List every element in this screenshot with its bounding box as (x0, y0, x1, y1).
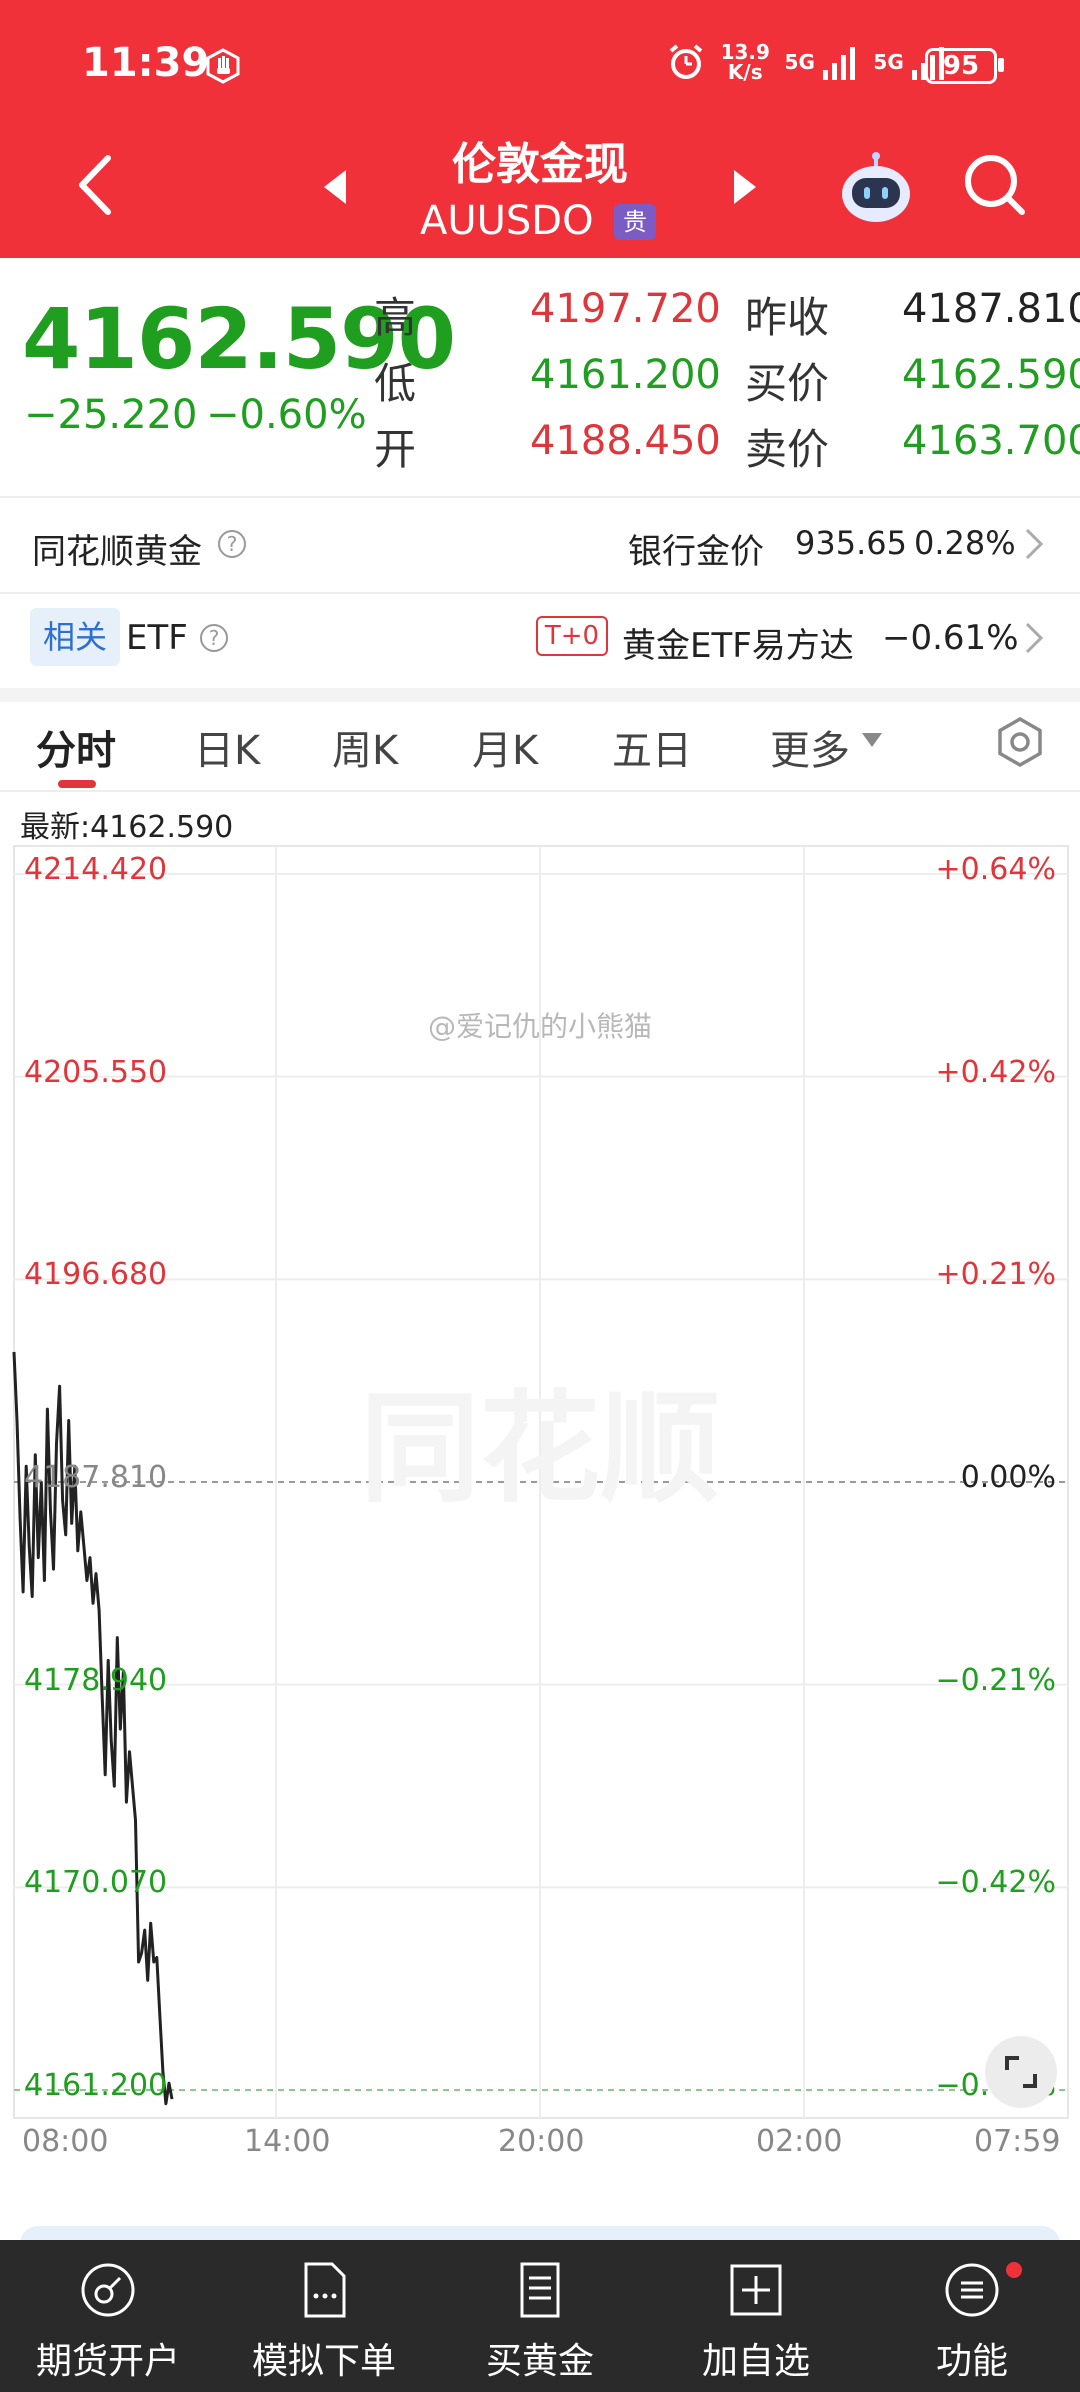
futures-account-icon (81, 2263, 135, 2317)
network-type-1: 5G (784, 50, 815, 74)
gold-row-label: 同花顺黄金 (32, 532, 202, 572)
battery-icon: 95 (925, 48, 997, 84)
price-change-percent: −0.60% (206, 392, 367, 438)
gold-info-row[interactable]: 同花顺黄金 ? 银行金价 935.65 0.28% (0, 498, 1080, 592)
next-symbol-icon[interactable] (730, 168, 760, 206)
y-axis-right-label: 0.00% (960, 1460, 1056, 1495)
y-axis-left-label: 4205.550 (24, 1054, 168, 1090)
y-axis-right-label: +0.42% (935, 1054, 1056, 1090)
net-speed-unit: K/s (727, 60, 763, 84)
related-tag: 相关 (30, 608, 120, 666)
document-icon (304, 2262, 346, 2318)
network-type-2: 5G (873, 50, 904, 74)
nav-label: 加自选 (701, 2341, 810, 2382)
y-axis-left-label: 4170.070 (24, 1865, 168, 1901)
etf-info-row[interactable]: 相关 ETF ? T+0 黄金ETF易方达 −0.61% (0, 594, 1080, 688)
tab-daily-k[interactable]: 日K (194, 718, 260, 776)
high-label: 高 (374, 293, 417, 342)
nav-add-watchlist[interactable]: 加自选 (648, 2240, 864, 2392)
high-value: 4197.720 (530, 286, 721, 332)
nav-functions[interactable]: 功能 (864, 2240, 1080, 2392)
etf-label: ETF (126, 618, 188, 658)
x-axis-label: 07:59 (974, 2124, 1061, 2159)
expand-icon (1005, 2056, 1037, 2088)
notification-dot (1006, 2262, 1022, 2278)
add-square-icon (730, 2264, 782, 2316)
prev-close-value: 4187.810 (902, 286, 1080, 332)
nav-label: 买黄金 (485, 2341, 594, 2382)
bid-label: 买价 (745, 359, 830, 408)
battery-nub (998, 58, 1004, 72)
etf-percent: −0.61% (882, 618, 1019, 658)
alarm-icon (669, 44, 703, 79)
ask-value: 4163.700 (902, 418, 1080, 464)
bid-value: 4162.590 (902, 352, 1080, 398)
y-axis-right-label: −0.21% (935, 1662, 1056, 1698)
nav-buy-gold[interactable]: 买黄金 (432, 2240, 648, 2392)
back-arrow-icon[interactable] (70, 150, 120, 220)
help-icon[interactable]: ? (200, 624, 228, 652)
dropdown-triangle-icon (862, 733, 882, 747)
settings-icon[interactable] (994, 716, 1046, 768)
fullscreen-button[interactable] (985, 2036, 1057, 2108)
tab-five-day[interactable]: 五日 (612, 718, 692, 776)
tab-weekly-k[interactable]: 周K (332, 718, 398, 776)
y-axis-right-label: +0.64% (935, 852, 1056, 887)
menu-circle-icon (945, 2263, 999, 2317)
x-axis-label: 20:00 (498, 2124, 585, 2159)
robot-assistant-icon[interactable] (838, 150, 914, 226)
bank-gold-label: 银行金价 (628, 532, 764, 572)
receipt-icon (520, 2262, 560, 2318)
help-icon[interactable]: ? (218, 530, 246, 558)
x-axis-label: 08:00 (22, 2124, 109, 2159)
bank-gold-percent: 0.28% (914, 524, 1016, 562)
header-bar: 11:39 13.9 K/s 5G 5G 95 伦敦金现 AUUSDO 贵 (0, 0, 1080, 258)
nav-futures-account[interactable]: 期货开户 (0, 2240, 216, 2392)
low-label: 低 (374, 359, 417, 408)
watermark-handle: @爱记仇的小熊猫 (428, 1010, 652, 1043)
status-time: 11:39 (82, 40, 210, 86)
tab-intraday[interactable]: 分时 (36, 718, 116, 776)
chevron-right-icon (1025, 622, 1044, 654)
search-icon[interactable] (960, 150, 1030, 220)
bank-gold-price: 935.65 (795, 524, 907, 562)
active-tab-indicator (58, 780, 96, 788)
divider (0, 790, 1080, 792)
y-axis-left-label: 4196.680 (24, 1257, 168, 1293)
chevron-right-icon (1025, 528, 1044, 560)
section-gap (0, 688, 1080, 702)
signal-icon (823, 47, 856, 80)
etf-name: 黄金ETF易方达 (622, 626, 854, 666)
prev-symbol-icon[interactable] (320, 168, 350, 206)
nav-label: 期货开户 (35, 2341, 180, 2382)
page-title: 伦敦金现 (452, 139, 628, 190)
hand-icon (206, 48, 240, 84)
y-axis-left-label: 4214.420 (24, 852, 168, 887)
tab-more[interactable]: 更多 (770, 718, 850, 776)
symbol-code: AUUSDO (420, 198, 594, 244)
y-axis-right-label: −0.42% (935, 1865, 1056, 1901)
t0-badge: T+0 (536, 616, 608, 656)
x-axis-label: 02:00 (756, 2124, 843, 2159)
status-indicators: 13.9 K/s 5G 5G (666, 42, 946, 82)
low-value: 4161.200 (530, 352, 721, 398)
nav-simulated-order[interactable]: 模拟下单 (216, 2240, 432, 2392)
y-axis-right-label: +0.21% (935, 1257, 1056, 1293)
watermark-brand: 同花顺 (360, 1380, 720, 1519)
nav-label: 功能 (935, 2341, 1008, 2382)
open-label: 开 (374, 425, 417, 474)
open-value: 4188.450 (530, 418, 721, 464)
x-axis-label: 14:00 (244, 2124, 331, 2159)
y-axis-left-label: 4187.810 (24, 1460, 168, 1495)
tab-monthly-k[interactable]: 月K (472, 718, 538, 776)
ask-label: 卖价 (745, 425, 830, 474)
prev-close-label: 昨收 (745, 293, 830, 342)
y-axis-left-label: 4178.940 (24, 1662, 168, 1698)
precious-metal-badge: 贵 (614, 204, 656, 240)
nav-label: 模拟下单 (251, 2341, 396, 2382)
y-axis-left-label: 4161.200 (24, 2068, 168, 2103)
price-change: −25.220 (24, 392, 198, 438)
bottom-nav: 期货开户 模拟下单 买黄金 加自选 功能 (0, 2240, 1080, 2392)
